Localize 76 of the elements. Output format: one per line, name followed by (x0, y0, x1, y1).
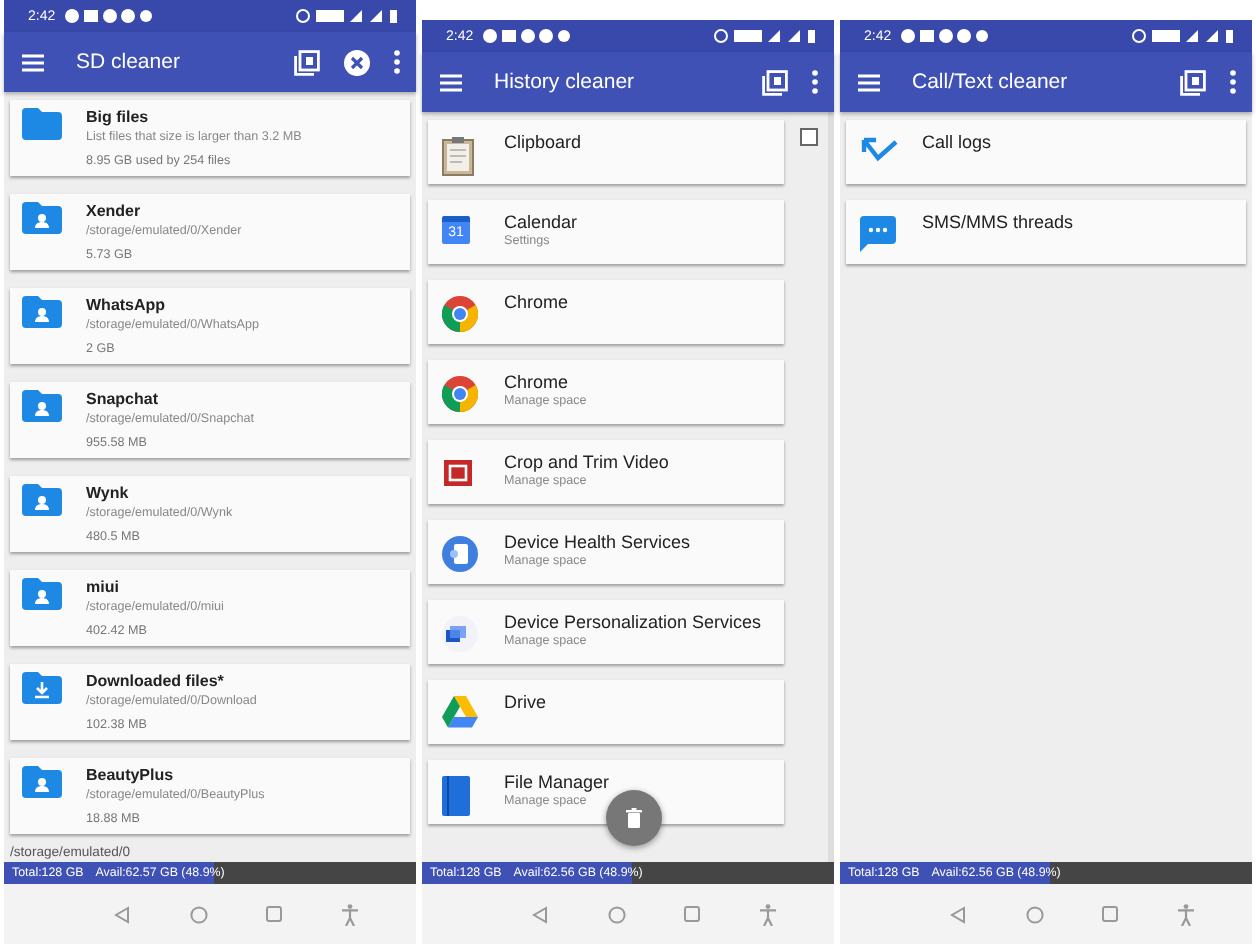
item-card[interactable]: Drive (428, 680, 784, 744)
item-title: Snapchat (86, 390, 161, 410)
storage-icon[interactable] (762, 69, 788, 95)
recents-icon[interactable] (1102, 906, 1119, 922)
item-title: WhatsApp (86, 296, 168, 316)
crop-icon (442, 456, 474, 488)
home-icon[interactable] (607, 905, 626, 923)
toolbar-title: History cleaner (494, 70, 637, 94)
delete-button[interactable] (606, 790, 662, 846)
item-card[interactable]: Chrome (428, 280, 784, 344)
recents-icon[interactable] (684, 906, 701, 922)
item-title: miui (86, 578, 121, 598)
person-folder-icon (22, 484, 62, 516)
person-folder-icon (22, 390, 62, 422)
round-logo-icon (442, 296, 478, 332)
triangle-logo-icon (442, 696, 478, 728)
item-title: Call logs (922, 132, 992, 152)
item-title: BeautyPlus (86, 766, 176, 786)
storage-icon[interactable] (1180, 69, 1206, 95)
person-folder-icon (22, 766, 62, 798)
item-card[interactable]: SMS/MMS threads (846, 200, 1246, 264)
item-title: Big files (86, 108, 151, 128)
item-title: Device Health Services (504, 532, 691, 552)
notification-icons-drawing (63, 8, 152, 24)
item-title: Xender (86, 202, 143, 222)
recents-icon[interactable] (266, 906, 283, 922)
more-icon[interactable] (812, 70, 818, 94)
item-title: Device Personalization Services (504, 612, 762, 632)
item-title: Clipboard (504, 132, 582, 152)
trash-icon (626, 808, 642, 828)
layers-icon (442, 616, 478, 652)
cancel-icon[interactable] (344, 49, 370, 75)
item-card[interactable]: Clipboard (428, 120, 784, 184)
download-folder-icon (22, 672, 62, 704)
arrow-icon (860, 136, 900, 164)
item-card[interactable]: Call logs (846, 120, 1246, 184)
person-folder-icon (22, 578, 62, 610)
item-title: Downloaded files* (86, 672, 226, 692)
toolbar-title: SD cleaner (76, 50, 182, 74)
status-icons-drawing (296, 8, 400, 24)
menu-icon[interactable] (858, 73, 880, 91)
menu-icon[interactable] (22, 53, 44, 71)
back-icon[interactable] (113, 905, 130, 923)
person-folder-icon (22, 202, 62, 234)
item-title: File Manager (504, 772, 610, 792)
menu-icon[interactable] (440, 73, 462, 91)
status-icons-drawing (1132, 28, 1236, 44)
back-icon[interactable] (531, 905, 548, 923)
more-icon[interactable] (1230, 70, 1236, 94)
phone-badge-icon (442, 536, 478, 572)
item-title: Calendar (504, 212, 578, 232)
round-logo-icon (442, 376, 478, 412)
notification-icons-drawing (899, 28, 988, 44)
accessibility-icon[interactable] (342, 903, 359, 925)
select-all-checkbox[interactable] (800, 128, 818, 146)
clipboard-icon (442, 136, 474, 176)
toolbar-title: Call/Text cleaner (912, 70, 1070, 94)
folder-icon (22, 108, 62, 140)
item-title: SMS/MMS threads (922, 212, 1074, 232)
item-title: Chrome (504, 372, 571, 392)
chat-bubble-icon (860, 216, 896, 252)
notification-icons-drawing (481, 28, 570, 44)
status-icons-drawing (714, 28, 818, 44)
storage-icon[interactable] (294, 49, 320, 75)
person-folder-icon (22, 296, 62, 328)
notebook-icon (442, 776, 470, 816)
item-title: Drive (504, 692, 547, 712)
accessibility-icon[interactable] (760, 903, 777, 925)
home-icon[interactable] (1025, 905, 1044, 923)
home-icon[interactable] (189, 905, 208, 923)
item-title: Chrome (504, 292, 569, 312)
item-title: Crop and Trim Video (504, 452, 669, 472)
more-icon[interactable] (394, 50, 400, 74)
back-icon[interactable] (949, 905, 966, 923)
accessibility-icon[interactable] (1178, 903, 1195, 925)
item-title: Wynk (86, 484, 131, 504)
